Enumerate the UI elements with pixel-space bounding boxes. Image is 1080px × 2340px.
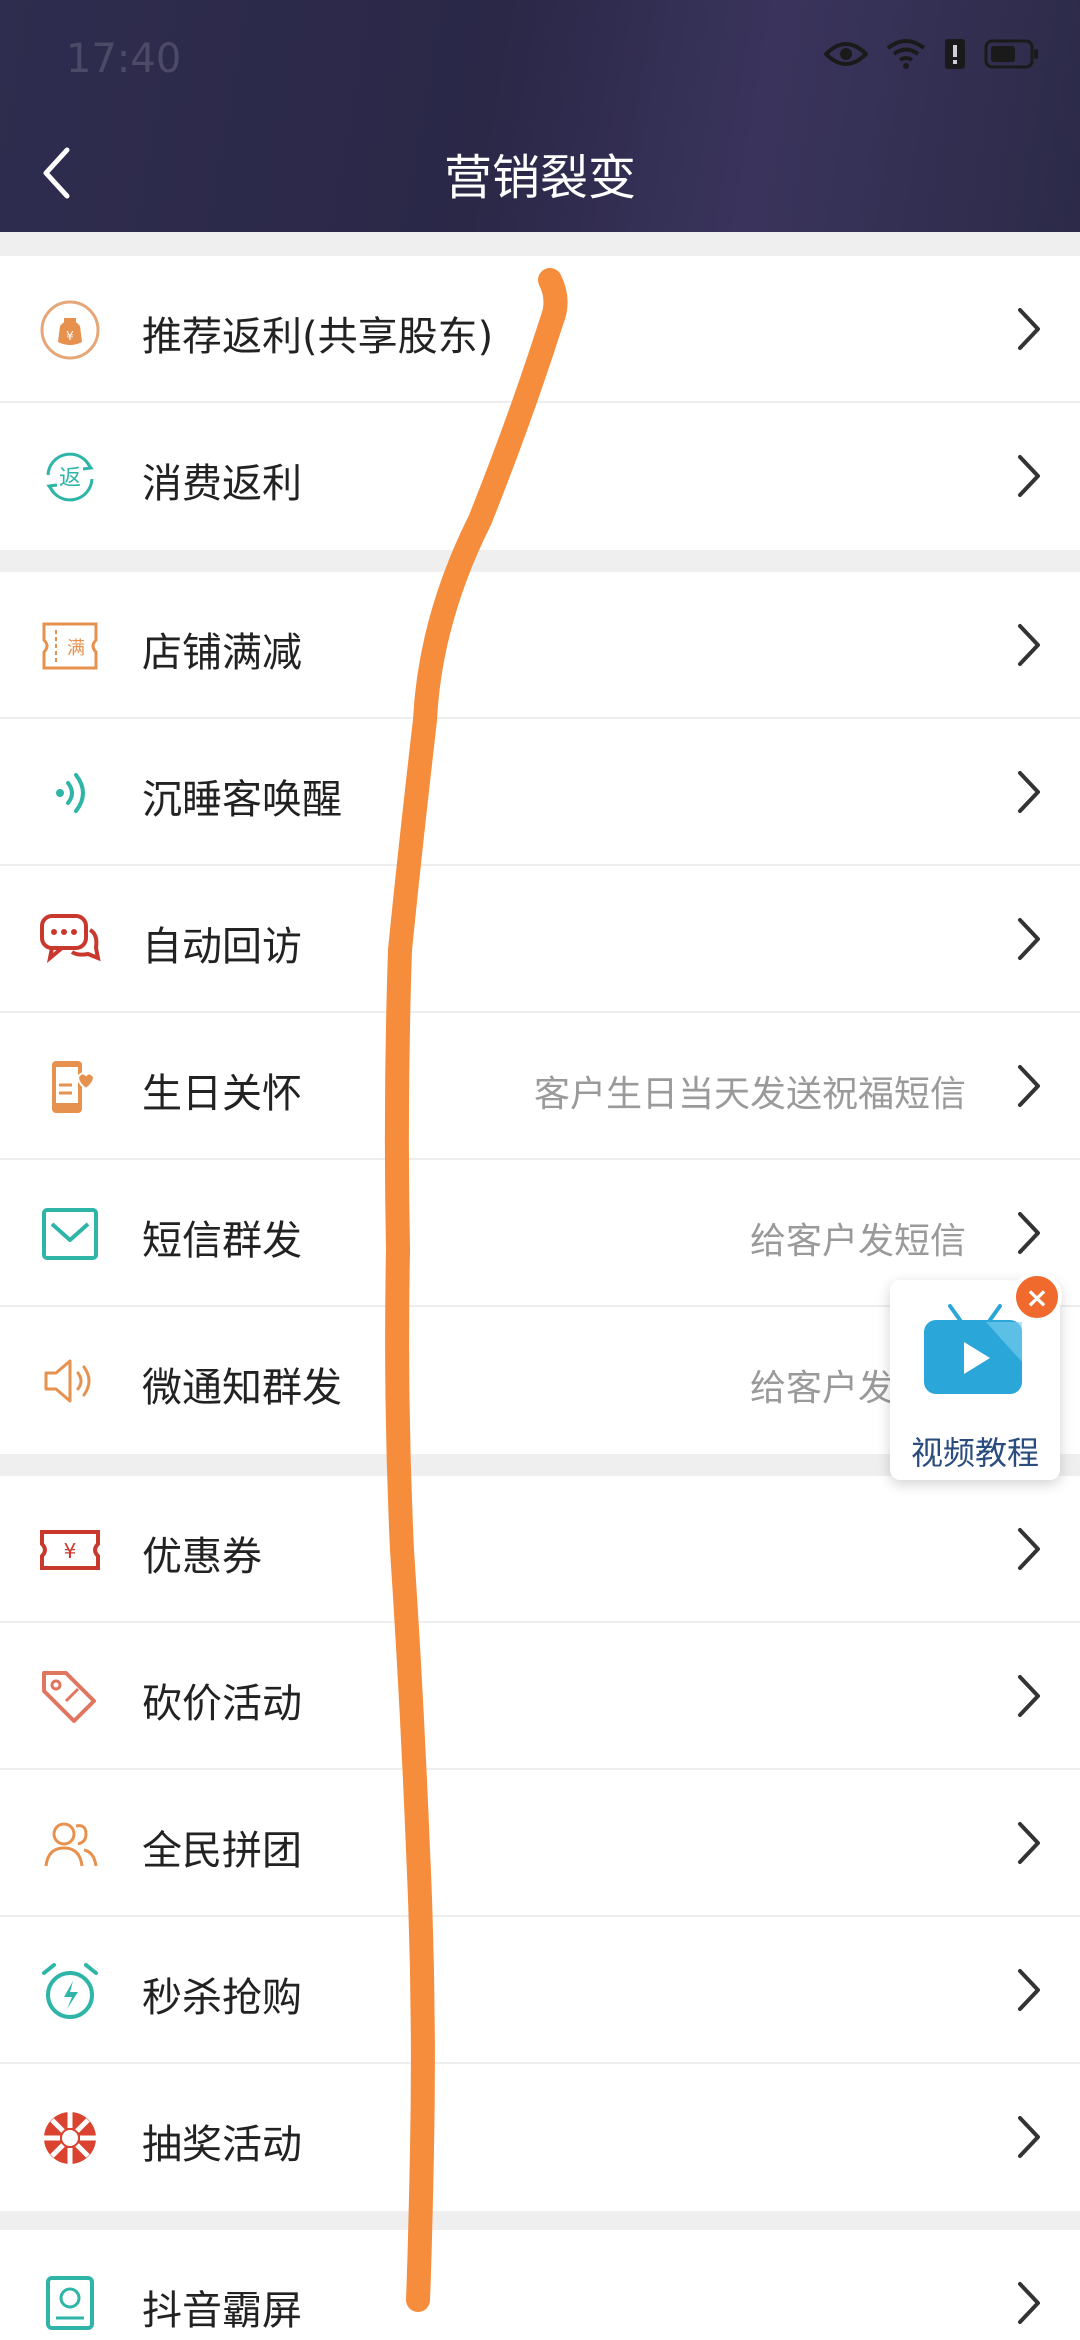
menu-item-label: 优惠券	[142, 1534, 262, 1580]
chevron-right-icon	[1018, 624, 1040, 666]
menu-item-bargain[interactable]: 砍价活动	[0, 1623, 1080, 1770]
menu-item-recommend-rebate[interactable]: ¥ 推荐返利(共享股东)	[0, 256, 1080, 403]
svg-text:¥: ¥	[66, 329, 74, 343]
close-icon[interactable]: ×	[1012, 1272, 1062, 1322]
menu-item-birthday-care[interactable]: 生日关怀 客户生日当天发送祝福短信	[0, 1013, 1080, 1160]
menu-group-3: ¥ 优惠券 砍价活动 全民拼团 秒杀抢购 抽奖活动	[0, 1476, 1080, 2211]
status-icons	[824, 38, 1040, 70]
chevron-right-icon	[1018, 1212, 1040, 1254]
tv-screen-icon	[38, 2272, 102, 2336]
menu-item-label: 抽奖活动	[142, 2122, 302, 2168]
price-tag-icon	[38, 1665, 102, 1729]
menu-item-label: 秒杀抢购	[142, 1975, 302, 2021]
tv-play-icon	[924, 1304, 1022, 1394]
menu-item-label: 砍价活动	[142, 1681, 302, 1727]
phone-heart-icon	[38, 1055, 102, 1119]
money-bag-icon: ¥	[38, 298, 102, 362]
video-tutorial-widget[interactable]: 视频教程 ×	[890, 1272, 1062, 1480]
menu-item-wake-sleeping-customers[interactable]: 沉睡客唤醒	[0, 719, 1080, 866]
wake-signal-icon	[38, 761, 102, 825]
sim-alert-icon	[945, 39, 965, 69]
wifi-icon	[886, 39, 926, 69]
menu-item-label: 消费返利	[142, 461, 302, 507]
battery-icon	[984, 39, 1038, 69]
full-reduction-icon: 满	[38, 614, 102, 678]
menu-item-label: 抖音霸屏	[142, 2288, 302, 2334]
video-tutorial-label: 视频教程	[910, 1434, 1039, 1472]
menu-item-label: 微通知群发	[142, 1365, 342, 1411]
chevron-right-icon	[1018, 1528, 1040, 1570]
menu-item-label: 自动回访	[142, 924, 302, 970]
chevron-right-icon	[1018, 1822, 1040, 1864]
page-title: 营销裂变	[443, 150, 636, 206]
chevron-right-icon	[1018, 2282, 1040, 2324]
menu-item-label: 全民拼团	[142, 1828, 302, 1874]
menu-item-flash-sale[interactable]: 秒杀抢购	[0, 1917, 1080, 2064]
chevron-right-icon	[1018, 1065, 1040, 1107]
eye-icon	[824, 42, 868, 66]
alarm-clock-icon	[38, 1959, 102, 2023]
app-header: 17:40 营销裂变	[0, 0, 1080, 232]
chevron-right-icon	[1018, 2116, 1040, 2158]
menu-item-label: 推荐返利(共享股东)	[142, 314, 494, 360]
lottery-wheel-icon	[38, 2106, 102, 2170]
menu-item-label: 沉睡客唤醒	[142, 777, 342, 823]
chevron-right-icon	[1018, 1675, 1040, 1717]
menu-item-desc: 给客户发短信	[749, 1221, 966, 1262]
menu-group-1: ¥ 推荐返利(共享股东) 返 消费返利	[0, 256, 1080, 550]
rebate-icon: 返	[38, 445, 102, 509]
speaker-icon	[38, 1349, 102, 1413]
menu-item-group-buy[interactable]: 全民拼团	[0, 1770, 1080, 1917]
menu-item-consume-rebate[interactable]: 返 消费返利	[0, 403, 1080, 550]
chevron-right-icon	[1018, 918, 1040, 960]
menu-item-desc: 客户生日当天发送祝福短信	[533, 1074, 966, 1115]
svg-text:返: 返	[59, 466, 81, 491]
chevron-right-icon	[1018, 455, 1040, 497]
menu-item-douyin-screen[interactable]: 抖音霸屏	[0, 2230, 1080, 2340]
svg-text:满: 满	[67, 638, 85, 659]
svg-text:¥: ¥	[64, 1539, 77, 1563]
status-time: 17:40	[66, 36, 182, 82]
menu-item-label: 店铺满减	[142, 630, 302, 676]
chevron-right-icon	[1018, 1969, 1040, 2011]
coupon-icon: ¥	[38, 1518, 102, 1582]
chevron-right-icon	[1018, 771, 1040, 813]
menu-item-lottery[interactable]: 抽奖活动	[0, 2064, 1080, 2211]
chat-bubble-icon	[38, 908, 102, 972]
chevron-right-icon	[1018, 308, 1040, 350]
group-people-icon	[38, 1812, 102, 1876]
menu-item-full-reduction[interactable]: 满 店铺满减	[0, 572, 1080, 719]
menu-item-label: 短信群发	[142, 1218, 302, 1264]
menu-item-auto-revisit[interactable]: 自动回访	[0, 866, 1080, 1013]
menu-group-4: 抖音霸屏	[0, 2230, 1080, 2340]
menu-item-coupon[interactable]: ¥ 优惠券	[0, 1476, 1080, 1623]
menu-item-label: 生日关怀	[142, 1071, 302, 1117]
envelope-icon	[38, 1202, 102, 1266]
